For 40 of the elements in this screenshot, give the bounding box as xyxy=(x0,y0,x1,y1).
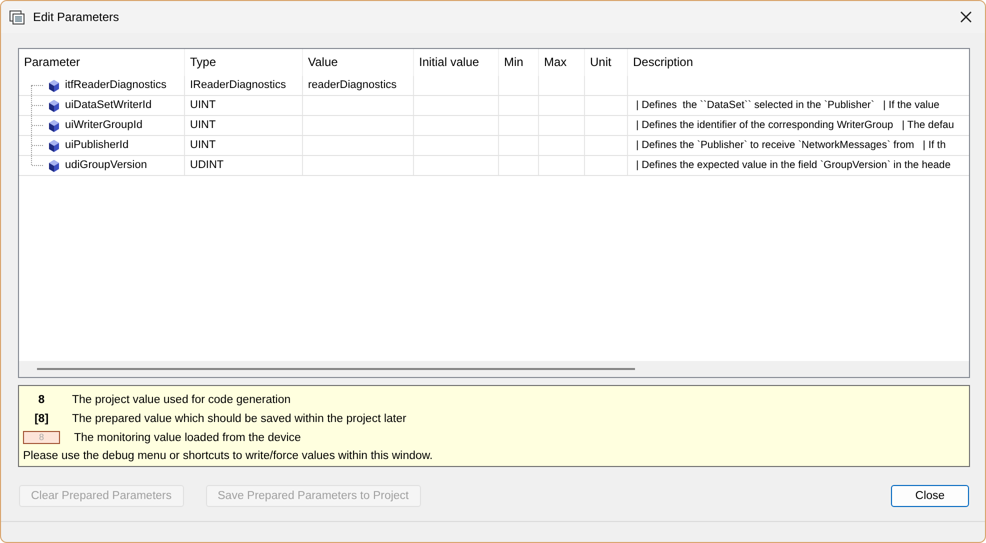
table-cell-text: | Defines the expected value in the field `GroupVersion` in the heade xyxy=(635,159,952,173)
table-cell: UINT xyxy=(185,116,303,135)
table-cell-text: uiPublisherId xyxy=(65,138,129,153)
table-cell-text: itfReaderDiagnostics xyxy=(65,78,166,93)
column-header[interactable]: Parameter xyxy=(19,49,185,76)
close-icon[interactable] xyxy=(959,10,973,24)
column-header[interactable]: Min xyxy=(499,49,539,76)
column-header[interactable]: Type xyxy=(185,49,303,76)
dialog-button[interactable]: Close xyxy=(891,485,969,507)
legend-note: Please use the debug menu or shortcuts to write/force values within this window. xyxy=(23,450,434,462)
value-sample-box: 8 xyxy=(23,431,60,444)
window-icon xyxy=(9,9,25,25)
legend-text: The project value used for code generation xyxy=(72,394,291,406)
variable-icon xyxy=(49,100,59,112)
column-header[interactable]: Description xyxy=(628,49,969,76)
table-cell-text: udiGroupVersion xyxy=(65,158,147,173)
scrollbar-thumb[interactable] xyxy=(37,368,635,370)
column-header[interactable]: Initial value xyxy=(414,49,499,76)
table-cell: UINT xyxy=(185,136,303,155)
window-title: Edit Parameters xyxy=(33,10,120,24)
table-cell-text: | Defines the identifier of the corresponding WriterGroup | The defau xyxy=(635,119,956,133)
variable-icon xyxy=(49,120,59,132)
variable-icon xyxy=(49,140,59,152)
table-cell-text: uiWriterGroupId xyxy=(65,118,142,133)
column-header[interactable]: Value xyxy=(303,49,414,76)
table-cell: UINT xyxy=(185,96,303,115)
value-sample: [8] xyxy=(33,412,50,424)
variable-icon xyxy=(49,80,59,92)
column-header[interactable]: Unit xyxy=(585,49,628,76)
variable-icon xyxy=(49,160,59,172)
legend-text: The monitoring value loaded from the device xyxy=(74,432,301,444)
column-header[interactable]: Max xyxy=(539,49,585,76)
table-cell-text: | Defines the ``DataSet`` selected in the `Publisher` | If the value xyxy=(635,99,940,113)
value-sample: 8 xyxy=(37,394,46,406)
legend-text: The prepared value which should be saved within the project later xyxy=(72,412,406,424)
table-cell-text: | Defines the `Publisher` to receive `NetworkMessages` from | If th xyxy=(635,139,947,153)
table-cell: IReaderDiagnostics xyxy=(185,76,303,95)
table-cell: readerDiagnostics xyxy=(303,76,414,95)
table-cell-text: uiDataSetWriterId xyxy=(65,98,152,113)
table-cell: UDINT xyxy=(185,156,303,175)
